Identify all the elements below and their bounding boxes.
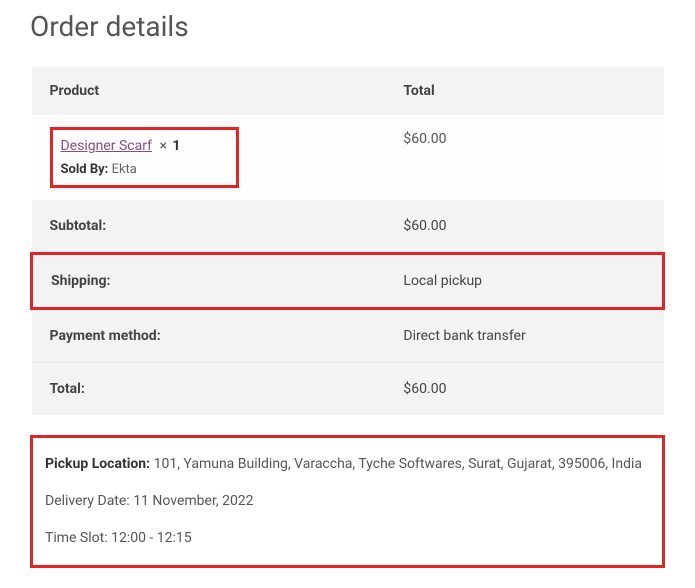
product-link[interactable]: Designer Scarf xyxy=(61,138,152,154)
shipping-row-highlight: Shipping: Local pickup xyxy=(32,254,664,309)
product-line-total: $60.00 xyxy=(385,115,663,200)
payment-value: Direct bank transfer xyxy=(385,309,663,363)
subtotal-value: $60.00 xyxy=(385,200,663,254)
shipping-label: Shipping: xyxy=(32,254,386,309)
table-row: Designer Scarf × 1 Sold By: Ekta $60.00 xyxy=(32,115,664,200)
delivery-date-value: 11 November, 2022 xyxy=(133,493,253,509)
pickup-location-label: Pickup Location: xyxy=(45,456,150,472)
total-label: Total: xyxy=(32,363,386,416)
payment-label: Payment method: xyxy=(32,309,386,363)
header-product: Product xyxy=(32,67,386,115)
shipping-value: Local pickup xyxy=(385,254,663,309)
pickup-info-highlight: Pickup Location: 101, Yamuna Building, V… xyxy=(30,435,665,568)
delivery-date-label: Delivery Date: xyxy=(45,493,130,509)
sold-by-vendor: Ekta xyxy=(112,162,137,177)
total-value: $60.00 xyxy=(385,363,663,416)
sold-by-label: Sold By: xyxy=(61,162,109,177)
product-cell: Designer Scarf × 1 Sold By: Ekta xyxy=(32,115,386,200)
page-title: Order details xyxy=(30,10,665,43)
quantity-separator: × xyxy=(159,138,166,154)
pickup-location-value: 101, Yamuna Building, Varaccha, Tyche So… xyxy=(154,456,642,472)
timeslot-label: Time Slot: xyxy=(45,530,108,546)
quantity-value: 1 xyxy=(172,138,180,154)
order-details-table: Product Total Designer Scarf × 1 Sold By… xyxy=(30,67,665,415)
timeslot-value: 12:00 - 12:15 xyxy=(111,530,192,546)
product-highlight-box: Designer Scarf × 1 Sold By: Ekta xyxy=(50,127,240,188)
header-total: Total xyxy=(385,67,663,115)
subtotal-label: Subtotal: xyxy=(32,200,386,254)
